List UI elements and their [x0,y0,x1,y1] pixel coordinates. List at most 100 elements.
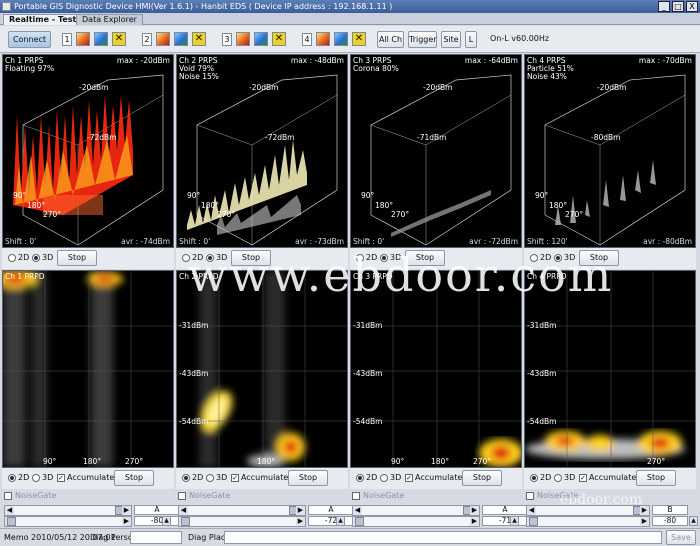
ch3-prpd-controls: 2D 3D ✓ Accumulate Stop [350,468,522,489]
ch2-gate-slider-upper[interactable]: ◀ ▶ [178,505,306,516]
save-button[interactable]: Save [666,530,696,545]
ch2-prpd-y-31: -31dBm [179,321,209,330]
ch4-prpd-controls: 2D 3D ✓ Accumulate Stop [524,468,696,489]
tab-data-explorer[interactable]: Data Explorer [76,14,143,25]
diag-person-field[interactable] [130,531,182,544]
ch4-noisegate-checkbox[interactable] [526,492,534,500]
ch3-prpd-y-31: -31dBm [353,321,383,330]
ch3-prps-deg-180: 180° [375,201,394,210]
ch3-prps-avr: avr : -72dBm [469,237,518,246]
ch1-gate-value[interactable]: -80 [134,516,180,526]
ch2-gate-spinner[interactable]: ▲ [336,516,345,526]
ch3-noisegate-checkbox[interactable] [352,492,360,500]
ch2-prpd-x-180: 180° [257,457,276,466]
ch1-prpd-controls: 2D 3D ✓ Accumulate Stop [2,468,174,489]
ch2-prps-deg-180: 180° [201,201,220,210]
ch4-prpd-y-31: -31dBm [527,321,557,330]
prps-view-icon[interactable] [156,32,170,46]
ch1-noisegate-label: NoiseGate [15,491,57,500]
ch4-accumulate-checkbox[interactable]: ✓ [579,474,587,482]
ch4-prpd-3d-radio[interactable] [554,474,562,482]
ch2-noisegate-checkbox[interactable] [178,492,186,500]
ch3-accumulate-label: Accumulate [415,473,463,482]
minimize-button[interactable]: _ [658,1,670,12]
ch3-accumulate-checkbox[interactable]: ✓ [405,474,413,482]
ch4-prpd-y-54: -54dBm [527,417,557,426]
watermark: www.ebdoor.com [188,248,614,302]
ch1-accumulate-label: Accumulate [67,473,115,482]
settings-tool-icon[interactable] [352,32,366,46]
ch1-gate-mode: A [134,505,180,515]
ch1-2d-radio[interactable] [8,254,16,262]
ch1-noisegate-checkbox[interactable] [4,492,12,500]
ch1-gate-spinner[interactable]: ▲ [162,516,171,526]
ch4-prps-noise: Noise 43% [527,72,567,81]
ch4-accumulate-label: Accumulate [589,473,637,482]
ch3-prpd-y-54: -54dBm [353,417,383,426]
l-button[interactable]: L [465,31,477,48]
trigger-button[interactable]: Trigger [408,31,437,48]
ch3-prpd-2d-radio[interactable] [356,474,364,482]
ch3-prpd-stop-button[interactable]: Stop [462,470,502,486]
ch1-prpd-plot [3,271,173,467]
ch1-prps-mid-scale: -72dBm [87,133,117,142]
ch1-gate-slider-upper[interactable]: ◀ ▶ [4,505,132,516]
ch3-gate-slider-lower[interactable]: ◀▶ [352,516,480,527]
ch1-prpd-x-270: 270° [125,457,144,466]
ch1-prps-stop-button[interactable]: Stop [57,250,97,266]
ch2-prpd-3d-radio[interactable] [206,474,214,482]
ch4-prpd-2d-label: 2D [540,473,552,482]
ch2-prpd-y-54: -54dBm [179,417,209,426]
prps-view-icon[interactable] [76,32,90,46]
ch3-gate-spinner[interactable]: ▲ [510,516,519,526]
ch3-gate-slider-upper[interactable]: ◀ ▶ [352,505,480,516]
ch2-gate-slider-lower[interactable]: ◀▶ [178,516,306,527]
ch3-prpd-3d-radio[interactable] [380,474,388,482]
ch1-3d-radio[interactable] [32,254,40,262]
ch4-gate-spinner[interactable]: ▲ [689,516,698,526]
connect-button[interactable]: Connect [8,31,51,48]
prpd-view-icon[interactable] [174,32,188,46]
diag-place-field[interactable] [224,531,662,544]
ch2-accumulate-label: Accumulate [241,473,289,482]
ch1-prps-controls: 2D 3D Stop [2,248,174,269]
ch1-prpd-2d-radio[interactable] [8,474,16,482]
close-button[interactable]: X [686,1,698,12]
prps-view-icon[interactable] [236,32,250,46]
site-button[interactable]: Site [441,31,461,48]
ch1-prpd-x-180: 180° [83,457,102,466]
prpd-view-icon[interactable] [94,32,108,46]
prps-view-icon[interactable] [316,32,330,46]
ch2-prpd-y-43: -43dBm [179,369,209,378]
ch4-prps-top-scale: -20dBm [597,83,627,92]
ch1-3d-label: 3D [42,253,54,262]
ch2-prpd-2d-radio[interactable] [182,474,190,482]
ch3-gate-value[interactable]: -71 [482,516,528,526]
ch4-prps-deg-180: 180° [549,201,568,210]
ch1-prpd-x-90: 90° [43,457,57,466]
ch4-prpd-2d-radio[interactable] [530,474,538,482]
settings-tool-icon[interactable] [112,32,126,46]
ch1-prpd-stop-button[interactable]: Stop [114,470,154,486]
ch2-accumulate-checkbox[interactable]: ✓ [231,474,239,482]
settings-tool-icon[interactable] [272,32,286,46]
ch4-gate-value[interactable]: -80 [652,516,688,526]
ch3-prpd-x-270: 270° [473,457,492,466]
ch4-prpd-stop-button[interactable]: Stop [636,470,676,486]
ch1-gate-slider-lower[interactable]: ◀▶ [4,516,132,527]
ch2-gate-value[interactable]: -72 [308,516,354,526]
ch2-prpd-stop-button[interactable]: Stop [288,470,328,486]
ch3-prps-mid-scale: -71dBm [417,133,447,142]
ch1-accumulate-checkbox[interactable]: ✓ [57,474,65,482]
ch3-prps-top-scale: -20dBm [423,83,453,92]
all-channels-button[interactable]: All Ch [377,31,404,48]
ch1-prps-shift: Shift : 0' [5,237,37,246]
ch1-prpd-3d-radio[interactable] [32,474,40,482]
ch4-gate-slider-lower[interactable]: ◀▶ [526,516,650,527]
prpd-view-icon[interactable] [334,32,348,46]
settings-tool-icon[interactable] [192,32,206,46]
prpd-view-icon[interactable] [254,32,268,46]
ch1-prpd-2d-label: 2D [18,473,30,482]
maximize-button[interactable]: □ [672,1,684,12]
ch3-prpd-y-43: -43dBm [353,369,383,378]
